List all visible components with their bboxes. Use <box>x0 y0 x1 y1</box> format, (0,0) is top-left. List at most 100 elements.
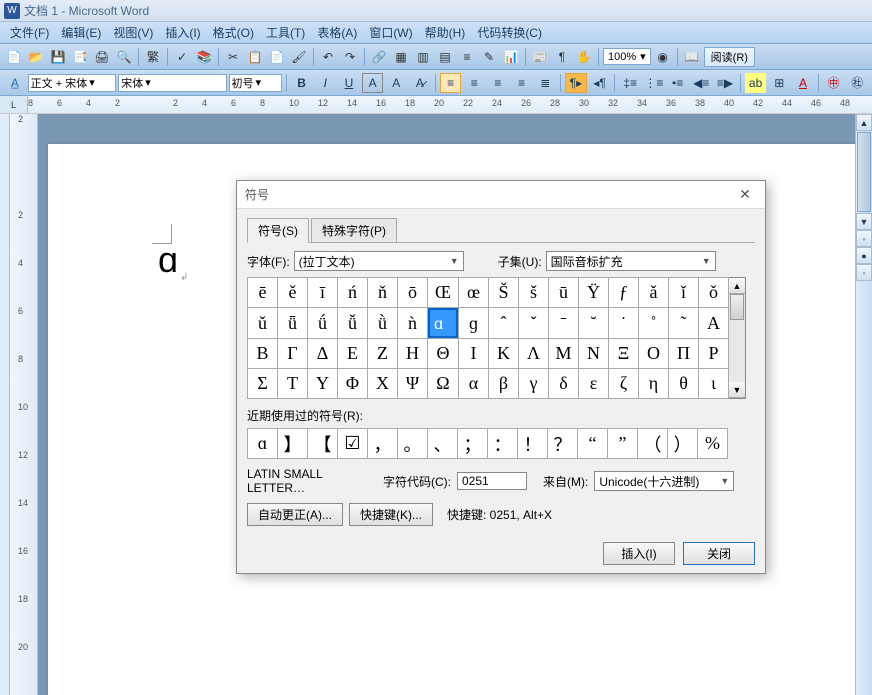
size-select[interactable]: 初号▾ <box>229 74 282 92</box>
symbol-cell[interactable]: ń <box>338 278 368 308</box>
distribute-button[interactable]: ≣ <box>534 73 556 93</box>
symbol-cell[interactable]: α <box>459 369 489 399</box>
symbol-cell[interactable]: ɑ <box>428 308 458 338</box>
symbol-cell[interactable]: Ÿ <box>579 278 609 308</box>
recent-cell[interactable]: （ <box>638 429 668 459</box>
symbol-cell[interactable]: Γ <box>278 339 308 369</box>
copy-icon[interactable]: 📋 <box>245 47 265 67</box>
symbol-cell[interactable]: ǘ <box>308 308 338 339</box>
code-input[interactable] <box>457 472 527 490</box>
recent-cell[interactable]: 】 <box>278 429 308 459</box>
ruler-corner[interactable]: L <box>0 96 28 113</box>
menu-item[interactable]: 视图(V) <box>107 22 159 43</box>
symbol-cell[interactable]: ˘ <box>579 308 609 339</box>
recent-cell[interactable]: ； <box>458 429 488 459</box>
scroll-up-icon[interactable]: ▲ <box>856 114 872 131</box>
recent-grid[interactable]: ɑ】【☑，。、；：！？“”（）% <box>247 428 728 459</box>
showmarks-icon[interactable]: ¶ <box>552 47 572 67</box>
symbol-cell[interactable]: ē <box>248 278 278 308</box>
symbol-cell[interactable]: Λ <box>519 339 549 369</box>
menu-item[interactable]: 代码转换(C) <box>471 22 548 43</box>
symbol-cell[interactable]: γ <box>519 369 549 399</box>
symbol-cell[interactable]: ū <box>549 278 579 308</box>
symbol-cell[interactable]: ˜ <box>669 308 699 339</box>
tab-symbols[interactable]: 符号(S) <box>247 218 309 243</box>
insert-table-icon[interactable]: ▥ <box>413 47 433 67</box>
format-painter-icon[interactable]: 🖌 <box>289 47 309 67</box>
symbol-cell[interactable]: œ <box>459 278 489 308</box>
read-button[interactable]: 阅读(R) <box>704 47 755 67</box>
recent-cell[interactable]: ɑ <box>248 429 278 459</box>
grid-scroll-down-icon[interactable]: ▼ <box>729 382 745 398</box>
symbol-cell[interactable]: ε <box>579 369 609 399</box>
symbol-cell[interactable]: Ζ <box>368 339 398 369</box>
align-justify-button[interactable]: ≡ <box>511 73 533 93</box>
symbol-cell[interactable]: Φ <box>338 369 368 399</box>
symbol-grid[interactable]: ēěīńňōŒœŠšūŸƒǎǐǒǔǖǘǚǜǹɑɡˆˇˉ˘˙˚˜ΑΒΓΔΕΖΗΘΙ… <box>247 277 729 399</box>
symbol-cell[interactable]: ě <box>278 278 308 308</box>
fontcolor-button[interactable]: A <box>792 73 814 93</box>
styles-icon[interactable]: A̲ <box>4 73 26 93</box>
symbol-cell[interactable]: Œ <box>428 278 459 308</box>
symbol-cell[interactable]: Ω <box>428 369 459 399</box>
italic-button[interactable]: I <box>314 73 336 93</box>
symbol-cell[interactable]: ǹ <box>398 308 428 339</box>
symbol-cell[interactable]: η <box>639 369 669 399</box>
scroll-thumb[interactable] <box>857 132 871 212</box>
rtl-button[interactable]: ◂¶ <box>589 73 611 93</box>
ltr-button[interactable]: ¶▸ <box>565 73 587 93</box>
prev-page-icon[interactable]: ◦ <box>856 230 872 247</box>
menu-item[interactable]: 格式(O) <box>207 22 260 43</box>
recent-cell[interactable]: ☑ <box>338 429 368 459</box>
outline-button[interactable]: A <box>362 73 384 93</box>
symbol-cell[interactable]: ǐ <box>669 278 699 308</box>
symbol-cell[interactable]: δ <box>549 369 579 399</box>
symbol-cell[interactable]: ˉ <box>549 308 579 339</box>
borders-button[interactable]: ⊞ <box>768 73 790 93</box>
symbol-cell[interactable]: Ξ <box>609 339 639 369</box>
symbol-cell[interactable]: š <box>519 278 549 308</box>
bullets-button[interactable]: •≡ <box>667 73 689 93</box>
recent-cell[interactable]: “ <box>578 429 608 459</box>
scroll-down-icon[interactable]: ▼ <box>856 213 872 230</box>
font-select[interactable]: 宋体▾ <box>118 74 226 92</box>
symbol-cell[interactable]: ˆ <box>489 308 519 339</box>
cut-icon[interactable]: ✂ <box>223 47 243 67</box>
from-dropdown[interactable]: Unicode(十六进制)▼ <box>594 471 734 491</box>
open-icon[interactable]: 📂 <box>26 47 46 67</box>
redo-icon[interactable]: ↷ <box>340 47 360 67</box>
symbol-cell[interactable]: Τ <box>278 369 308 399</box>
menu-item[interactable]: 文件(F) <box>4 22 55 43</box>
symbol-cell[interactable]: Ν <box>579 339 609 369</box>
save-icon[interactable]: 💾 <box>48 47 68 67</box>
preview-icon[interactable]: 🔍 <box>114 47 134 67</box>
docmap-icon[interactable]: 📰 <box>530 47 550 67</box>
subset-dropdown[interactable]: 国际音标扩充▼ <box>546 251 716 271</box>
linespace-button[interactable]: ‡≡ <box>619 73 641 93</box>
symbol-cell[interactable]: ˙ <box>609 308 639 339</box>
symbol-cell[interactable]: Ρ <box>699 339 729 369</box>
recent-cell[interactable]: ， <box>368 429 398 459</box>
menu-item[interactable]: 工具(T) <box>260 22 311 43</box>
close-button[interactable]: 关闭 <box>683 542 755 565</box>
excel-icon[interactable]: ▤ <box>435 47 455 67</box>
symbol-cell[interactable]: Β <box>248 339 278 369</box>
symbol-cell[interactable]: ō <box>398 278 428 308</box>
shortcut-button[interactable]: 快捷键(K)... <box>349 503 433 526</box>
symbol-cell[interactable]: ǎ <box>639 278 669 308</box>
research-icon[interactable]: 📚 <box>194 47 214 67</box>
symbol-cell[interactable]: ζ <box>609 369 639 399</box>
vertical-scrollbar[interactable]: ▲ ▼ ◦ ● ◦ <box>855 114 872 695</box>
symbol-cell[interactable]: Š <box>489 278 519 308</box>
tab-special[interactable]: 特殊字符(P) <box>311 218 397 243</box>
style-select[interactable]: 正文 + 宋体▾ <box>28 74 117 92</box>
symbol-cell[interactable]: ι <box>699 369 729 399</box>
symbol-cell[interactable]: ǜ <box>368 308 398 339</box>
align-right-button[interactable]: ≡ <box>487 73 509 93</box>
symbol-cell[interactable]: Ο <box>639 339 669 369</box>
charborder-button[interactable]: A̷ <box>409 73 431 93</box>
symbol-cell[interactable]: Ψ <box>398 369 428 399</box>
recent-cell[interactable]: ！ <box>518 429 548 459</box>
grid-scrollbar[interactable]: ▲ ▼ <box>729 277 746 399</box>
symbol-cell[interactable]: Μ <box>549 339 579 369</box>
